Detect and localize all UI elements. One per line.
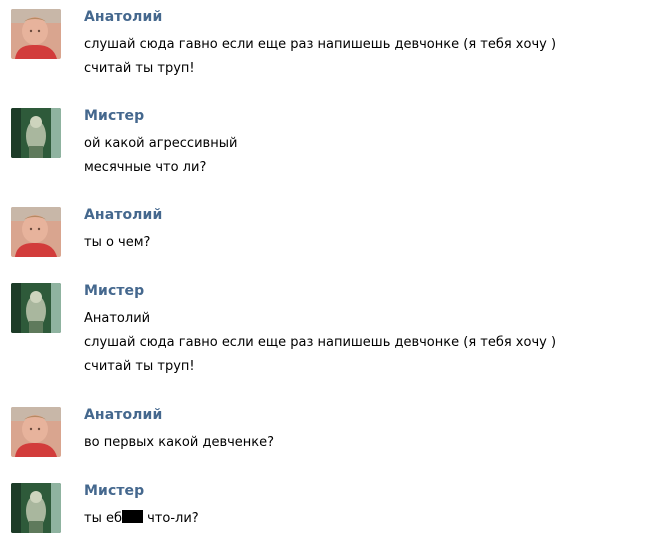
message-text-before-censor: ты еб xyxy=(84,511,122,526)
message-line: слушай сюда гавно если еще раз напишешь … xyxy=(84,335,557,350)
message-text-after-censor: что-ли? xyxy=(142,511,199,526)
message-line: считай ты труп! xyxy=(84,359,195,374)
user-avatar-anatoly[interactable] xyxy=(11,207,61,257)
user-avatar-boy-red-shirt-icon xyxy=(11,207,61,257)
message-author[interactable]: Мистер xyxy=(84,483,144,499)
message-text: во первых какой девченке? xyxy=(84,431,274,455)
chat-screen: { "messages": [ { "author": "Анатолий", … xyxy=(0,0,650,542)
message-line: ой какой агрессивный xyxy=(84,136,238,151)
user-avatar-green-scene-icon xyxy=(11,283,61,333)
message-author[interactable]: Анатолий xyxy=(84,207,162,223)
message-author[interactable]: Мистер xyxy=(84,108,144,124)
message-line: во первых какой девченке? xyxy=(84,435,275,450)
user-avatar-anatoly[interactable] xyxy=(11,9,61,59)
message-line: месячные что ли? xyxy=(84,160,207,175)
censor-bar xyxy=(121,510,143,523)
message-line: считай ты труп! xyxy=(84,61,195,76)
message-line: слушай сюда гавно если еще раз напишешь … xyxy=(84,37,557,52)
message-text: слушай сюда гавно если еще раз напишешь … xyxy=(84,33,556,81)
message-line: ты еб что-ли? xyxy=(84,507,199,531)
message-line: Анатолий xyxy=(84,311,151,326)
message-line: ты о чем? xyxy=(84,235,151,250)
user-avatar-anatoly[interactable] xyxy=(11,407,61,457)
message-author[interactable]: Анатолий xyxy=(84,407,162,423)
message-author[interactable]: Анатолий xyxy=(84,9,162,25)
user-avatar-boy-red-shirt-icon xyxy=(11,407,61,457)
message-author[interactable]: Мистер xyxy=(84,283,144,299)
user-avatar-mister[interactable] xyxy=(11,283,61,333)
message-text: ты о чем? xyxy=(84,231,150,255)
message-text: ты еб что-ли? xyxy=(84,507,199,531)
user-avatar-green-scene-icon xyxy=(11,483,61,533)
user-avatar-mister[interactable] xyxy=(11,483,61,533)
user-avatar-mister[interactable] xyxy=(11,108,61,158)
user-avatar-boy-red-shirt-icon xyxy=(11,9,61,59)
user-avatar-green-scene-icon xyxy=(11,108,61,158)
message-text: ой какой агрессивный месячные что ли? xyxy=(84,132,237,180)
message-text: Анатолий слушай сюда гавно если еще раз … xyxy=(84,307,556,379)
